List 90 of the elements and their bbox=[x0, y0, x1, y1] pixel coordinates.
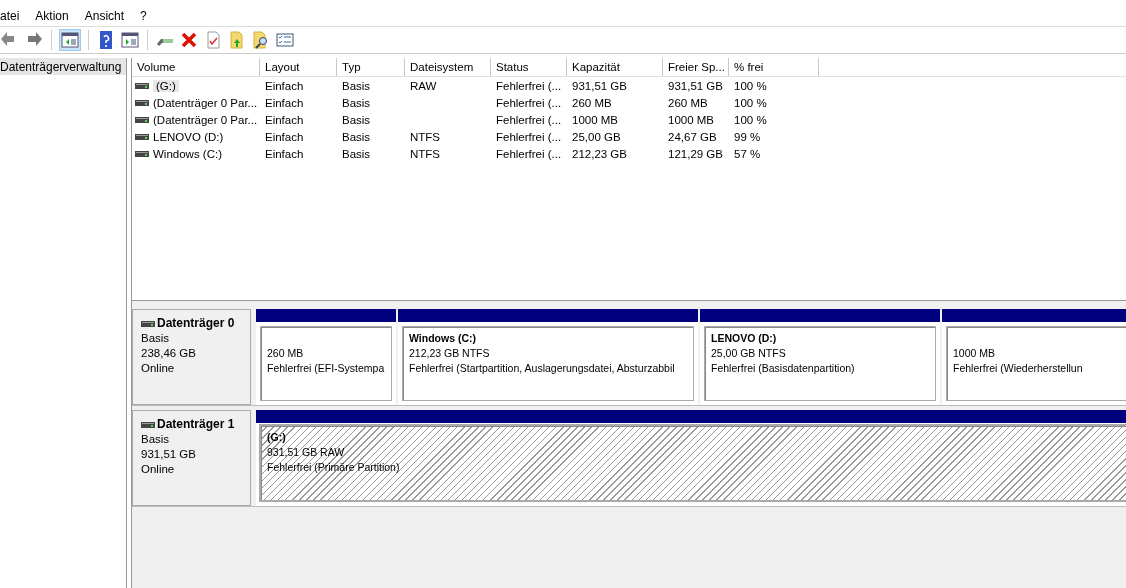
drive-icon bbox=[141, 319, 155, 328]
table-cell: Basis bbox=[342, 79, 371, 92]
table-cell: 57 % bbox=[734, 147, 761, 160]
table-cell: 121,29 GB bbox=[668, 147, 723, 160]
disk-label-panel[interactable]: Datenträger 1 Basis 931,51 GB Online bbox=[132, 410, 251, 506]
partition-title: Windows (C:) bbox=[409, 331, 476, 346]
partition-title: (G:) bbox=[267, 430, 286, 445]
table-cell: RAW bbox=[410, 79, 437, 92]
table-cell: Basis bbox=[342, 130, 371, 143]
table-cell: 24,67 GB bbox=[668, 130, 717, 143]
window-panel-icon[interactable] bbox=[120, 30, 140, 50]
disk-type: Basis bbox=[141, 432, 170, 447]
column-header[interactable]: Kapazität bbox=[567, 58, 663, 76]
partition-block[interactable]: LENOVO (D:) 25,00 GB NTFS Fehlerfrei (Basisdatenpartition) bbox=[704, 326, 936, 401]
table-cell[interactable]: (G:) bbox=[153, 79, 179, 92]
partition-size: 260 MB bbox=[267, 346, 304, 361]
disk-name: Datenträger 1 bbox=[157, 417, 235, 432]
partition-size: 212,23 GB NTFS bbox=[409, 346, 490, 361]
column-header[interactable]: % frei bbox=[729, 58, 819, 76]
console-window-icon[interactable] bbox=[59, 29, 81, 51]
disk-size: 238,46 GB bbox=[141, 346, 196, 361]
column-header[interactable]: Status bbox=[491, 58, 567, 76]
table-cell: Fehlerfrei (... bbox=[496, 113, 562, 126]
table-cell: 1000 MB bbox=[572, 113, 619, 126]
table-cell: Einfach bbox=[265, 79, 304, 92]
partition-status: Fehlerfrei (Basisdatenpartition) bbox=[711, 361, 855, 376]
column-header[interactable]: Freier Sp... bbox=[663, 58, 729, 76]
partition-block[interactable]: (G:) 931,51 GB RAW Fehlerfrei (Primäre Partition) bbox=[259, 424, 1126, 502]
drive-icon bbox=[135, 115, 149, 124]
table-cell: Einfach bbox=[265, 96, 304, 109]
menu-item[interactable]: atei bbox=[0, 9, 28, 23]
table-cell: 100 % bbox=[734, 113, 767, 126]
table-cell[interactable]: (Datenträger 0 Par... bbox=[153, 113, 258, 126]
drive-icon bbox=[135, 149, 149, 158]
table-cell: Basis bbox=[342, 147, 371, 160]
disk-type: Basis bbox=[141, 331, 170, 346]
table-cell: Fehlerfrei (... bbox=[496, 96, 562, 109]
disk-size: 931,51 GB bbox=[141, 447, 196, 462]
table-cell: 212,23 GB bbox=[572, 147, 627, 160]
partition-status: Fehlerfrei (Primäre Partition) bbox=[267, 460, 400, 475]
column-header[interactable]: Dateisystem bbox=[405, 58, 491, 76]
table-cell: 100 % bbox=[734, 96, 767, 109]
table-cell: 25,00 GB bbox=[572, 130, 621, 143]
drive-icon bbox=[141, 420, 155, 429]
table-cell: Einfach bbox=[265, 147, 304, 160]
drive-icon bbox=[135, 81, 149, 90]
partition-block[interactable]: 1000 MB Fehlerfrei (Wiederherstellun bbox=[946, 326, 1126, 401]
disk-state: Online bbox=[141, 361, 175, 376]
delete-icon[interactable] bbox=[179, 30, 199, 50]
column-header[interactable]: Typ bbox=[337, 58, 405, 76]
drive-icon bbox=[135, 98, 149, 107]
table-cell: NTFS bbox=[410, 130, 441, 143]
menu-item[interactable]: Aktion bbox=[27, 9, 77, 23]
table-cell: 931,51 GB bbox=[668, 79, 723, 92]
table-cell: 99 % bbox=[734, 130, 761, 143]
table-cell: NTFS bbox=[410, 147, 441, 160]
table-cell: Basis bbox=[342, 113, 371, 126]
disk-state: Online bbox=[141, 462, 175, 477]
table-cell: Einfach bbox=[265, 113, 304, 126]
table-cell[interactable]: Windows (C:) bbox=[153, 147, 222, 160]
table-cell: 260 MB bbox=[572, 96, 612, 109]
disk-name: Datenträger 0 bbox=[157, 316, 235, 331]
table-cell[interactable]: LENOVO (D:) bbox=[153, 130, 224, 143]
menu-item[interactable]: ? bbox=[132, 9, 155, 23]
table-cell: Fehlerfrei (... bbox=[496, 130, 562, 143]
disk-label-panel[interactable]: Datenträger 0 Basis 238,46 GB Online bbox=[132, 309, 251, 405]
partition-title: LENOVO (D:) bbox=[711, 331, 777, 346]
column-header[interactable]: Volume bbox=[132, 58, 260, 76]
tree-item[interactable]: Datenträgerverwaltung bbox=[0, 58, 126, 75]
checklist-icon[interactable] bbox=[275, 30, 295, 50]
partition-block[interactable]: Windows (C:) 212,23 GB NTFS Fehlerfrei (Startpartition, Auslagerungsdatei, Absturzabbil bbox=[402, 326, 694, 401]
menu-item[interactable]: Ansicht bbox=[76, 9, 133, 23]
partition-size: 1000 MB bbox=[953, 346, 996, 361]
partition-size: 25,00 GB NTFS bbox=[711, 346, 786, 361]
table-cell: Fehlerfrei (... bbox=[496, 79, 562, 92]
table-cell[interactable]: (Datenträger 0 Par... bbox=[153, 96, 258, 109]
table-cell: Basis bbox=[342, 96, 371, 109]
table-cell: 260 MB bbox=[668, 96, 708, 109]
partition-block[interactable]: 260 MB Fehlerfrei (EFI-Systempa bbox=[260, 326, 392, 401]
partition-status: Fehlerfrei (EFI-Systempa bbox=[267, 361, 385, 376]
table-cell: Fehlerfrei (... bbox=[496, 147, 562, 160]
partition-status: Fehlerfrei (Wiederherstellun bbox=[953, 361, 1083, 376]
table-cell: 1000 MB bbox=[668, 113, 715, 126]
table-cell: 931,51 GB bbox=[572, 79, 627, 92]
table-cell: 100 % bbox=[734, 79, 767, 92]
table-cell: Einfach bbox=[265, 130, 304, 143]
partition-size: 931,51 GB RAW bbox=[267, 445, 345, 460]
drive-icon bbox=[135, 132, 149, 141]
column-header[interactable]: Layout bbox=[260, 58, 337, 76]
partition-status: Fehlerfrei (Startpartition, Auslagerungsdatei, Absturzabbil bbox=[409, 361, 675, 376]
